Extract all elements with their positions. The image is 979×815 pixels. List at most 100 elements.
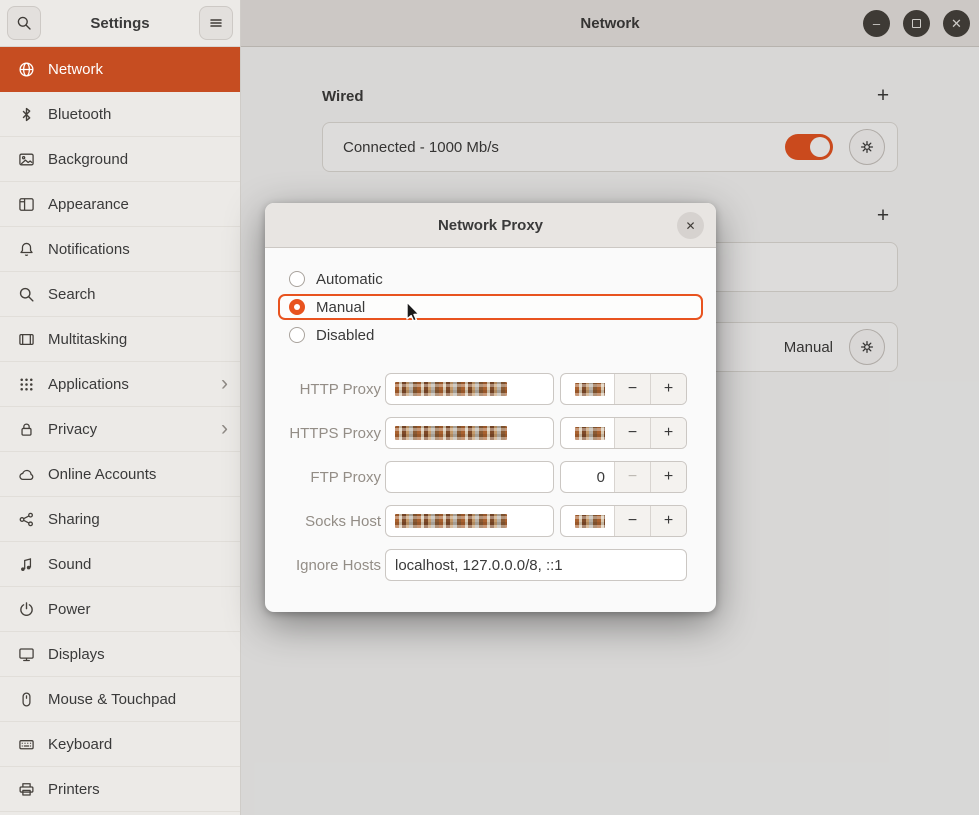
- https-proxy-port-spinbutton[interactable]: − +: [560, 417, 687, 449]
- proxy-mode-disabled[interactable]: Disabled: [278, 322, 703, 348]
- wired-heading: Wired: [322, 88, 364, 105]
- socks-port-decrement-button[interactable]: −: [614, 506, 650, 536]
- radio-label: Automatic: [316, 271, 383, 288]
- ftp-proxy-port-spinbutton[interactable]: 0 − +: [560, 461, 687, 493]
- sidebar-item-keyboard[interactable]: Keyboard: [0, 722, 240, 767]
- https-port-increment-button[interactable]: +: [650, 418, 686, 448]
- socks-host-input[interactable]: [385, 505, 554, 537]
- proxy-mode-manual[interactable]: Manual: [278, 294, 703, 320]
- maximize-icon: [912, 19, 921, 28]
- https-port-decrement-button[interactable]: −: [614, 418, 650, 448]
- http-proxy-row: HTTP Proxy − +: [281, 373, 702, 405]
- sidebar-item-applications[interactable]: Applications ›: [0, 362, 240, 407]
- sidebar-item-sharing[interactable]: Sharing: [0, 497, 240, 542]
- redacted-port-text: [575, 427, 605, 440]
- dialog-headerbar: Network Proxy ✕: [265, 203, 716, 248]
- sidebar-item-network[interactable]: Network: [0, 47, 240, 92]
- http-proxy-label: HTTP Proxy: [281, 381, 381, 398]
- socks-port-spinbutton[interactable]: − +: [560, 505, 687, 537]
- sound-note-icon: [18, 556, 35, 573]
- add-vpn-button[interactable]: +: [868, 201, 898, 231]
- chevron-right-icon: ›: [221, 418, 228, 439]
- https-proxy-host-input[interactable]: [385, 417, 554, 449]
- privacy-lock-icon: [18, 421, 35, 438]
- content-headerbar: Network – ✕: [241, 0, 979, 47]
- sidebar-item-bluetooth[interactable]: Bluetooth: [0, 92, 240, 137]
- minimize-button[interactable]: –: [863, 10, 890, 37]
- sidebar-item-sound[interactable]: Sound: [0, 542, 240, 587]
- radio-label: Manual: [316, 299, 365, 316]
- chevron-right-icon: ›: [221, 373, 228, 394]
- add-wired-connection-button[interactable]: +: [868, 81, 898, 111]
- ftp-port-increment-button[interactable]: +: [650, 462, 686, 492]
- ignore-hosts-input[interactable]: localhost, 127.0.0.0/8, ::1: [385, 549, 687, 581]
- proxy-fields: HTTP Proxy − + HTTPS Proxy − + FTP Proxy: [281, 373, 702, 593]
- sidebar-item-notifications[interactable]: Notifications: [0, 227, 240, 272]
- sidebar-item-online-accounts[interactable]: Online Accounts: [0, 452, 240, 497]
- redacted-port-text: [575, 515, 605, 528]
- ftp-port-decrement-button[interactable]: −: [614, 462, 650, 492]
- sidebar-headerbar: Settings: [0, 0, 240, 47]
- close-icon: ✕: [951, 16, 962, 32]
- power-icon: [18, 601, 35, 618]
- socks-port-value[interactable]: [561, 506, 614, 536]
- proxy-mode-automatic[interactable]: Automatic: [278, 266, 703, 292]
- background-wallpaper-icon: [18, 151, 35, 168]
- socks-port-increment-button[interactable]: +: [650, 506, 686, 536]
- ftp-proxy-host-input[interactable]: [385, 461, 554, 493]
- search-button[interactable]: [7, 6, 41, 40]
- wired-connection-row: Connected - 1000 Mb/s: [322, 122, 898, 172]
- notifications-bell-icon: [18, 241, 35, 258]
- sidebar-item-displays[interactable]: Displays: [0, 632, 240, 677]
- gear-icon: [859, 339, 875, 355]
- printer-icon: [18, 781, 35, 798]
- ftp-proxy-port-value[interactable]: 0: [561, 462, 614, 492]
- keyboard-icon: [18, 736, 35, 753]
- https-proxy-port-value[interactable]: [561, 418, 614, 448]
- redacted-host-text: [395, 426, 507, 440]
- primary-menu-button[interactable]: [199, 6, 233, 40]
- proxy-mode-value: Manual: [784, 339, 833, 356]
- minimize-icon: –: [873, 16, 880, 31]
- settings-sidebar: Settings Network Bluetooth Background: [0, 0, 241, 815]
- close-icon: ✕: [685, 219, 695, 233]
- sidebar-nav: Network Bluetooth Background Appearance: [0, 47, 240, 812]
- dialog-close-button[interactable]: ✕: [677, 212, 704, 239]
- sidebar-item-power[interactable]: Power: [0, 587, 240, 632]
- proxy-mode-radio-group: Automatic Manual Disabled: [278, 266, 703, 350]
- wired-status-label: Connected - 1000 Mb/s: [343, 139, 785, 156]
- wired-settings-button[interactable]: [849, 129, 885, 165]
- radio-unchecked-icon: [289, 327, 305, 343]
- http-proxy-port-spinbutton[interactable]: − +: [560, 373, 687, 405]
- gnome-settings-window: { "glyphs": { "plus": "+", "minus": "−",…: [0, 0, 979, 815]
- bluetooth-icon: [18, 106, 35, 123]
- ftp-proxy-row: FTP Proxy 0 − +: [281, 461, 702, 493]
- sidebar-item-search[interactable]: Search: [0, 272, 240, 317]
- http-port-increment-button[interactable]: +: [650, 374, 686, 404]
- online-accounts-cloud-icon: [18, 466, 35, 483]
- wired-toggle-switch[interactable]: [785, 134, 833, 160]
- ignore-hosts-row: Ignore Hosts localhost, 127.0.0.0/8, ::1: [281, 549, 702, 581]
- window-controls: – ✕: [863, 10, 970, 37]
- sidebar-item-background[interactable]: Background: [0, 137, 240, 182]
- proxy-settings-button[interactable]: [849, 329, 885, 365]
- sidebar-item-printers[interactable]: Printers: [0, 767, 240, 812]
- http-proxy-port-value[interactable]: [561, 374, 614, 404]
- socks-host-row: Socks Host − +: [281, 505, 702, 537]
- appearance-icon: [18, 196, 35, 213]
- page-title: Network: [580, 15, 639, 32]
- radio-checked-icon: [289, 299, 305, 315]
- radio-unchecked-icon: [289, 271, 305, 287]
- http-port-decrement-button[interactable]: −: [614, 374, 650, 404]
- sidebar-item-multitasking[interactable]: Multitasking: [0, 317, 240, 362]
- http-proxy-host-input[interactable]: [385, 373, 554, 405]
- sidebar-item-appearance[interactable]: Appearance: [0, 182, 240, 227]
- close-button[interactable]: ✕: [943, 10, 970, 37]
- maximize-button[interactable]: [903, 10, 930, 37]
- dialog-title: Network Proxy: [438, 217, 543, 234]
- https-proxy-row: HTTPS Proxy − +: [281, 417, 702, 449]
- redacted-host-text: [395, 514, 507, 528]
- wired-section-header: Wired +: [322, 81, 898, 111]
- sidebar-item-privacy[interactable]: Privacy ›: [0, 407, 240, 452]
- sidebar-item-mouse-touchpad[interactable]: Mouse & Touchpad: [0, 677, 240, 722]
